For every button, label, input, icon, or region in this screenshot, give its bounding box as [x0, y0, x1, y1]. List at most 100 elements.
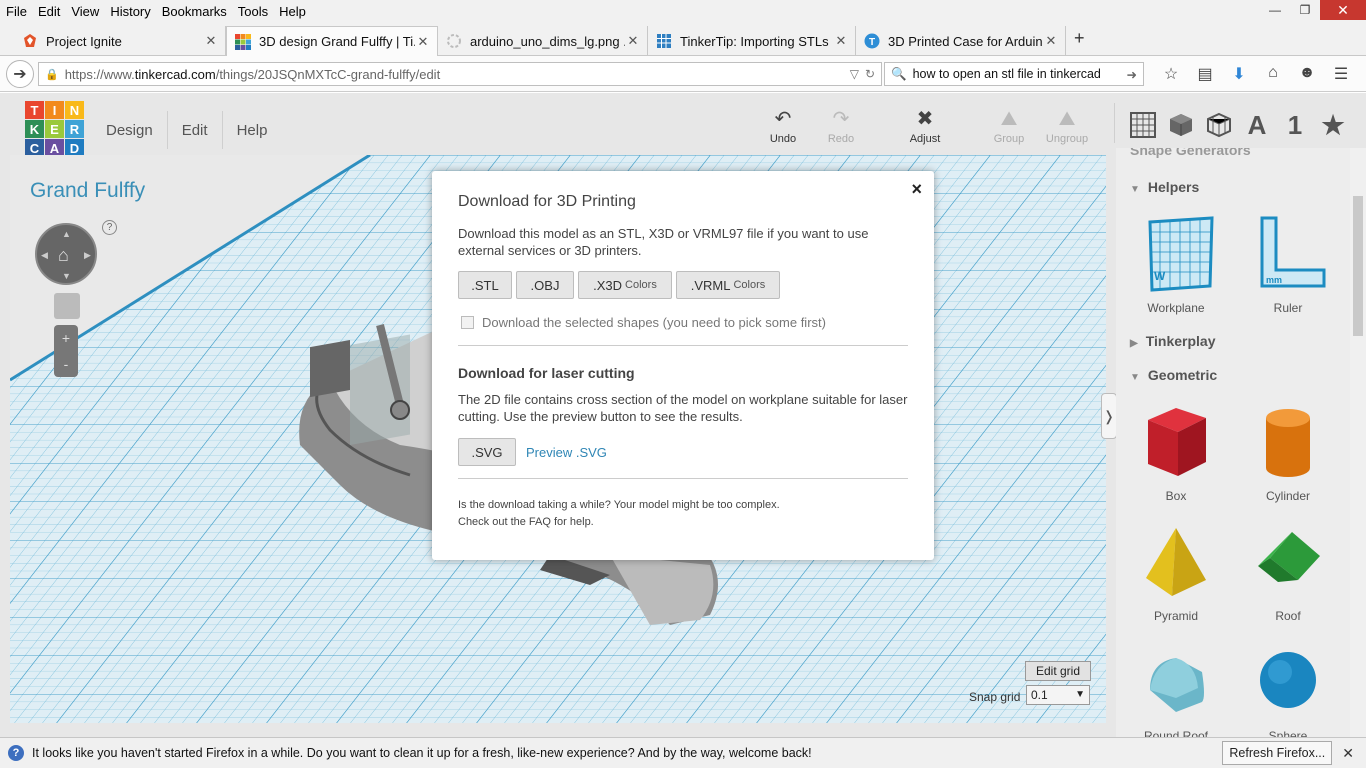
download-icon[interactable]: ⬇ [1222, 64, 1256, 84]
tab-3d-printed-case[interactable]: T 3D Printed Case for Arduin... ✕ [856, 26, 1066, 56]
menu-help-app[interactable]: Help [223, 111, 282, 149]
tab-close-icon[interactable]: ✕ [833, 33, 849, 49]
refresh-firefox-button[interactable]: Refresh Firefox... [1222, 741, 1333, 765]
maximize-button[interactable]: ❐ [1290, 0, 1320, 20]
grid-view-icon[interactable] [1124, 107, 1162, 143]
redo-button[interactable]: ↷ Redo [813, 107, 869, 145]
menu-bookmarks[interactable]: Bookmarks [162, 4, 227, 19]
shape-cylinder[interactable]: Cylinder [1238, 402, 1338, 503]
shape-pyramid[interactable]: Pyramid [1126, 522, 1226, 623]
snap-grid-select[interactable]: 0.1 ▼ [1026, 685, 1090, 705]
orbit-left-icon[interactable]: ◀ [41, 250, 48, 261]
section-helpers[interactable]: ▼ Helpers [1130, 179, 1199, 195]
browser-menubar: File Edit View History Bookmarks Tools H… [0, 0, 1366, 22]
close-dialog-button[interactable]: × [911, 179, 922, 200]
dialog-title: Download for 3D Printing [458, 193, 636, 210]
menu-design[interactable]: Design [92, 111, 168, 149]
preview-svg-link[interactable]: Preview .SVG [526, 445, 607, 460]
faq-link[interactable]: Check out the FAQ for help. [458, 514, 908, 531]
adjust-button[interactable]: ✖ Adjust [897, 107, 953, 145]
svg-text:mm: mm [1266, 275, 1282, 285]
tab-tinkertip[interactable]: TinkerTip: Importing STLs |... ✕ [648, 26, 856, 56]
tab-tinkercad-design[interactable]: 3D design Grand Fulffy | Ti... ✕ [226, 26, 438, 56]
undo-button[interactable]: ↶ Undo [755, 107, 811, 145]
image-loading-icon [447, 34, 461, 48]
minimize-button[interactable]: — [1260, 0, 1290, 20]
reading-list-icon[interactable]: ▤ [1188, 64, 1222, 84]
sphere-label: Sphere [1268, 729, 1308, 737]
shape-box[interactable]: Box [1126, 402, 1226, 503]
download-obj-button[interactable]: .OBJ [516, 271, 574, 299]
tab-close-icon[interactable]: ✕ [1043, 33, 1059, 49]
menu-history[interactable]: History [110, 4, 150, 19]
tab-project-ignite[interactable]: Project Ignite ✕ [14, 26, 226, 56]
panel-tools: A 1 ★ [1124, 107, 1352, 143]
scrollbar-thumb[interactable] [1353, 196, 1363, 336]
search-go-icon[interactable]: ➜ [1127, 67, 1137, 82]
close-notification-icon[interactable]: ✕ [1342, 745, 1354, 762]
search-bar[interactable]: 🔍 how to open an stl file in tinkercad ➜ [884, 62, 1144, 86]
orbit-right-icon[interactable]: ▶ [84, 250, 91, 261]
section-tinkerplay[interactable]: ▶ Tinkerplay [1130, 333, 1215, 349]
shape-sphere[interactable]: Sphere [1238, 642, 1338, 737]
menu-edit-app[interactable]: Edit [168, 111, 223, 149]
home-view-icon[interactable]: ⌂ [58, 245, 69, 266]
ungroup-icon: ⛰ [1058, 108, 1076, 130]
menu-tools[interactable]: Tools [238, 4, 268, 19]
view-cube-icon[interactable] [54, 293, 80, 319]
orbit-down-icon[interactable]: ▼ [62, 271, 71, 281]
snap-grid-label: Snap grid [969, 690, 1021, 704]
orbit-up-icon[interactable]: ▲ [62, 229, 71, 239]
zoom-in-button[interactable]: + [54, 325, 78, 351]
download-x3d-button[interactable]: .X3D Colors [578, 271, 672, 299]
group-button[interactable]: ⛰ Group [981, 107, 1037, 145]
helper-workplane[interactable]: W Workplane [1126, 214, 1226, 315]
bookmark-star-icon[interactable]: ☆ [1154, 64, 1188, 84]
section-shape-generators[interactable]: Shape Generators [1130, 148, 1251, 158]
tab-arduino-png[interactable]: arduino_uno_dims_lg.png ... ✕ [438, 26, 648, 56]
hello-chat-icon[interactable]: ☻ [1290, 64, 1324, 84]
shape-roof[interactable]: Roof [1238, 522, 1338, 623]
zoom-controls: + - [54, 325, 78, 377]
home-icon[interactable]: ⌂ [1256, 64, 1290, 84]
search-input[interactable]: how to open an stl file in tinkercad [913, 67, 1127, 81]
panel-scrollbar[interactable] [1350, 148, 1366, 737]
view-compass[interactable]: ⌂ ▲ ▼ ◀ ▶ [35, 223, 97, 285]
menu-help[interactable]: Help [279, 4, 306, 19]
tab-close-icon[interactable]: ✕ [203, 33, 219, 49]
app-menu: Design Edit Help [92, 111, 281, 149]
reload-icon[interactable]: ↻ [865, 67, 875, 81]
zoom-out-button[interactable]: - [54, 351, 78, 377]
download-vrml-button[interactable]: .VRML Colors [676, 271, 780, 299]
download-stl-button[interactable]: .STL [458, 271, 512, 299]
ungroup-button[interactable]: ⛰ Ungroup [1039, 107, 1095, 145]
selected-shapes-checkbox[interactable] [461, 316, 474, 329]
section-geometric[interactable]: ▼ Geometric [1130, 367, 1217, 383]
shape-round-roof[interactable]: Round Roof [1126, 642, 1226, 737]
favorites-star-icon[interactable]: ★ [1314, 107, 1352, 143]
menu-edit[interactable]: Edit [38, 4, 60, 19]
tab-close-icon[interactable]: ✕ [415, 34, 431, 50]
number-shapes-icon[interactable]: 1 [1276, 107, 1314, 143]
text-shapes-icon[interactable]: A [1238, 107, 1276, 143]
help-icon[interactable]: ? [102, 220, 117, 235]
cube-icon[interactable] [1162, 107, 1200, 143]
tinkercad-logo[interactable]: TINKERCAD [25, 101, 84, 157]
download-svg-button[interactable]: .SVG [458, 438, 516, 466]
selected-shapes-option: Download the selected shapes (you need t… [458, 315, 908, 330]
url-bar[interactable]: 🔒 https://www.tinkercad.com/things/20JSQ… [38, 62, 882, 86]
menu-view[interactable]: View [71, 4, 99, 19]
new-tab-button[interactable]: + [1074, 28, 1085, 49]
cylinder-shape-icon [1266, 409, 1310, 477]
helper-ruler[interactable]: mm Ruler [1238, 214, 1338, 315]
shape-library-icon[interactable] [1200, 107, 1238, 143]
menu-file[interactable]: File [6, 4, 27, 19]
close-window-button[interactable]: ✕ [1320, 0, 1366, 20]
tab-close-icon[interactable]: ✕ [625, 33, 641, 49]
back-button[interactable]: ➔ [6, 60, 34, 88]
dropdown-history-icon[interactable]: ▽ [850, 67, 859, 81]
hamburger-menu-icon[interactable]: ☰ [1324, 64, 1358, 84]
collapse-panel-button[interactable]: ❭ [1101, 393, 1117, 439]
design-title[interactable]: Grand Fulffy [30, 179, 145, 203]
edit-grid-button[interactable]: Edit grid [1025, 661, 1091, 681]
